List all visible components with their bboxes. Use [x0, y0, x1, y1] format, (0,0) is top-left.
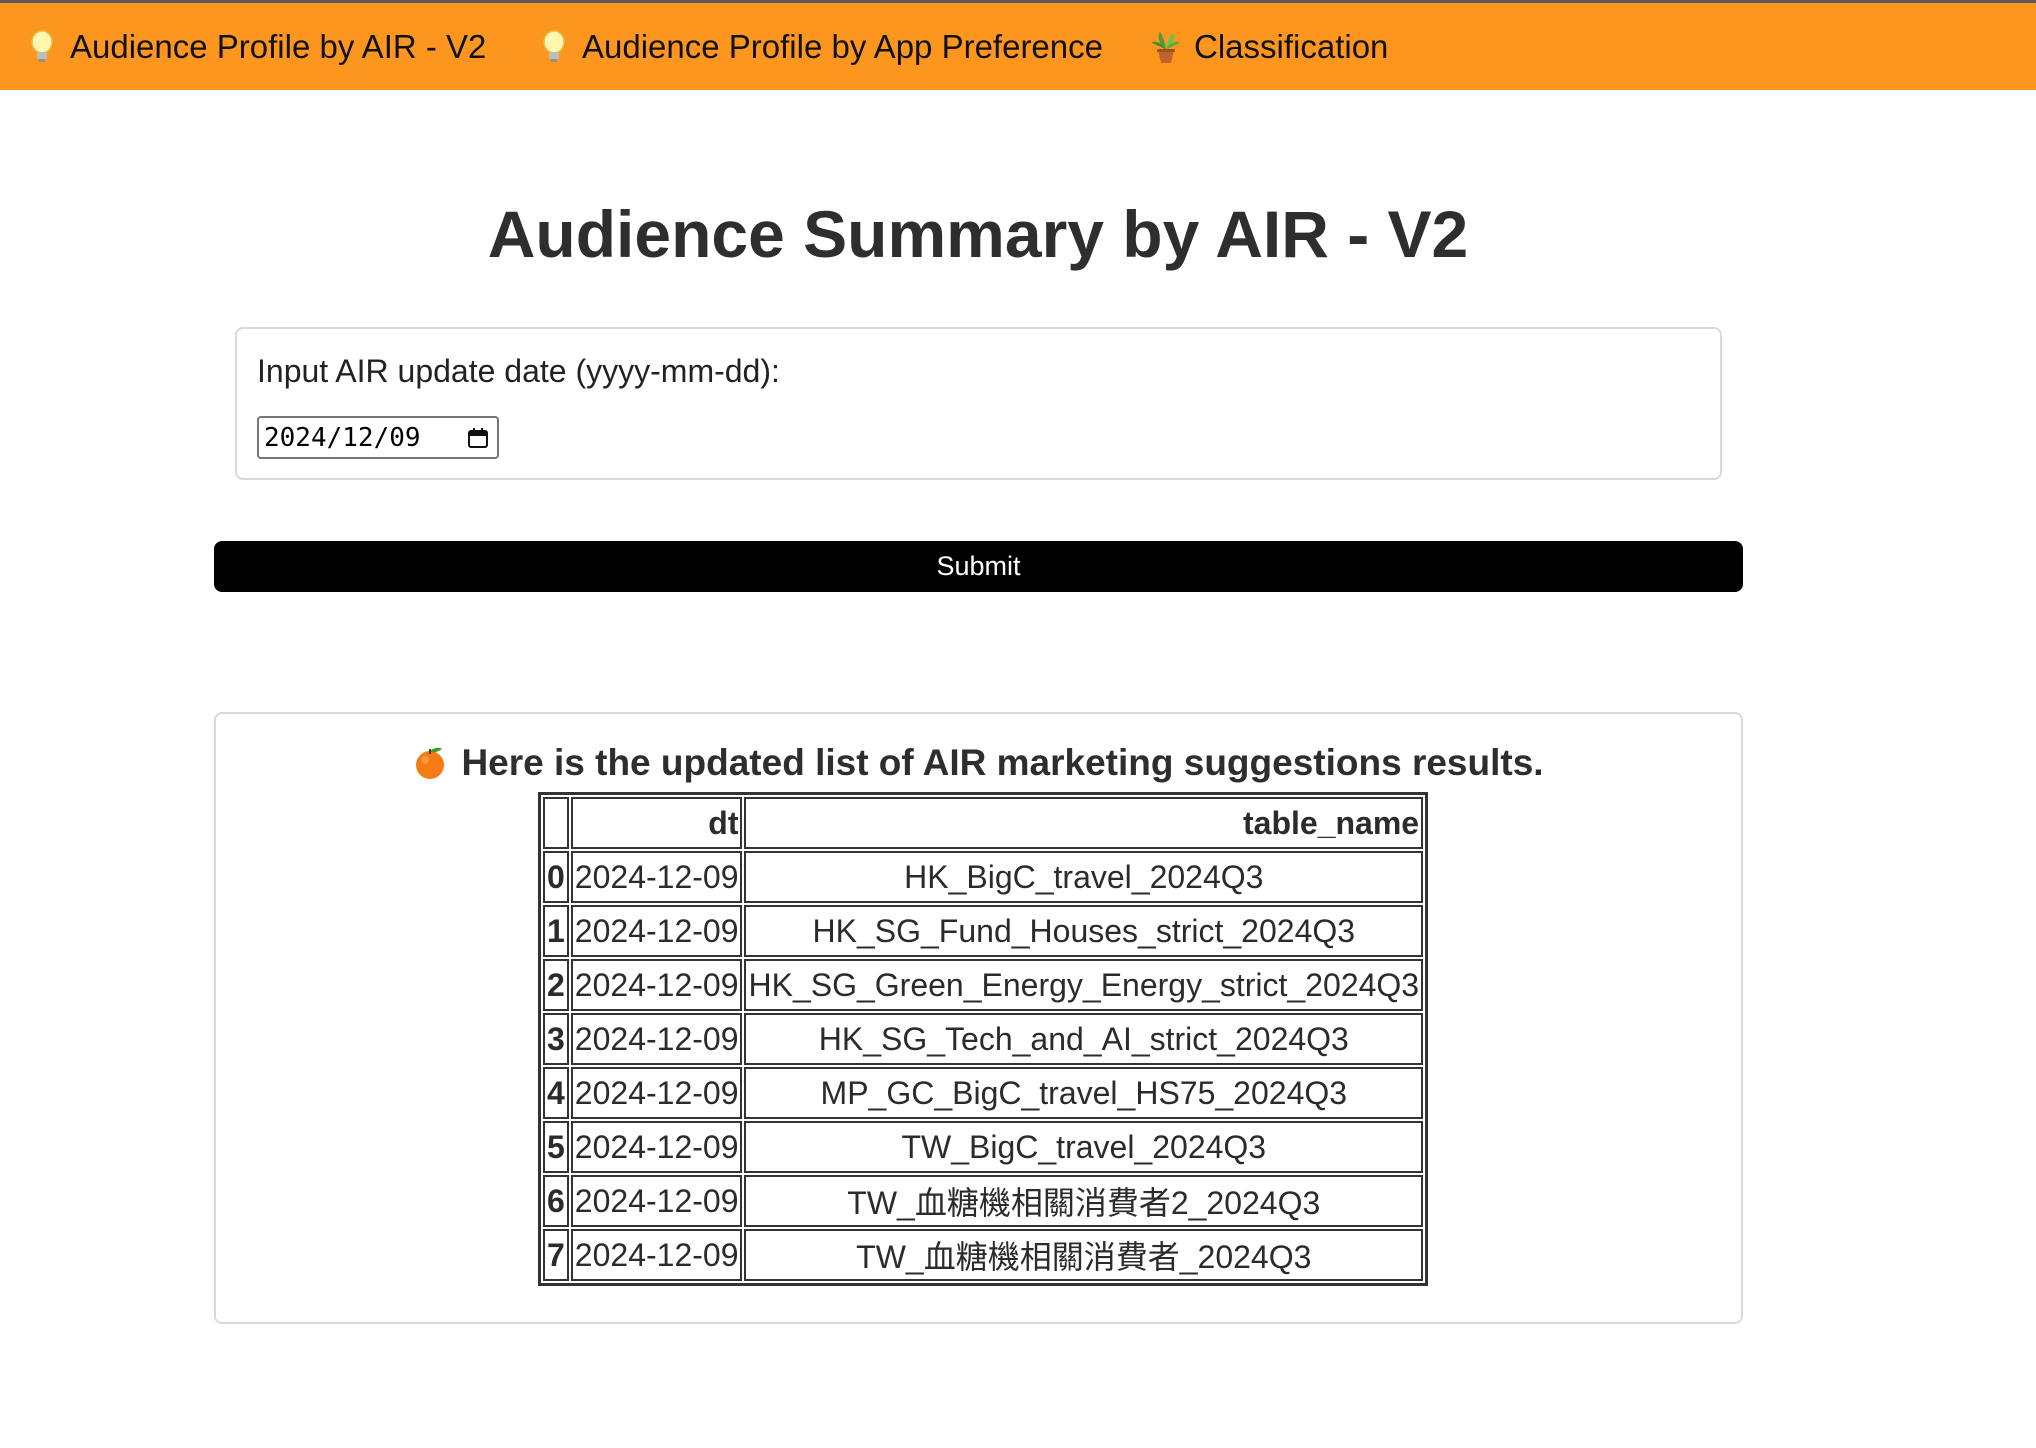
row-dt: 2024-12-09	[570, 851, 743, 903]
column-header-dt: dt	[570, 797, 743, 849]
row-table-name: TW_血糖機相關消費者2_2024Q3	[744, 1175, 1424, 1227]
page-title: Audience Summary by AIR - V2	[487, 197, 1469, 271]
row-table-name: TW_BigC_travel_2024Q3	[744, 1121, 1424, 1173]
row-dt: 2024-12-09	[570, 1121, 743, 1173]
nav-item-audience-profile-app-preference[interactable]: Audience Profile by App Preference	[536, 25, 1103, 69]
table-row: 3 2024-12-09 HK_SG_Tech_and_AI_strict_20…	[543, 1013, 1424, 1065]
calendar-icon[interactable]	[467, 426, 489, 448]
column-header-index	[543, 797, 569, 849]
lightbulb-icon	[24, 27, 60, 67]
row-index: 5	[543, 1121, 569, 1173]
table-row: 0 2024-12-09 HK_BigC_travel_2024Q3	[543, 851, 1424, 903]
row-index: 0	[543, 851, 569, 903]
row-dt: 2024-12-09	[570, 1229, 743, 1281]
row-dt: 2024-12-09	[570, 1013, 743, 1065]
date-input-field[interactable]: 2024/12/09	[257, 416, 499, 459]
row-dt: 2024-12-09	[570, 1175, 743, 1227]
submit-button[interactable]: Submit	[214, 541, 1743, 592]
table-row: 5 2024-12-09 TW_BigC_travel_2024Q3	[543, 1121, 1424, 1173]
results-heading: Here is the updated list of AIR marketin…	[216, 742, 1741, 784]
row-index: 6	[543, 1175, 569, 1227]
row-dt: 2024-12-09	[570, 905, 743, 957]
top-nav-bar: Audience Profile by AIR - V2 Audience Pr…	[0, 0, 2036, 90]
table-row: 6 2024-12-09 TW_血糖機相關消費者2_2024Q3	[543, 1175, 1424, 1227]
nav-item-classification[interactable]: Classification	[1148, 25, 1388, 69]
row-table-name: MP_GC_BigC_travel_HS75_2024Q3	[744, 1067, 1424, 1119]
column-header-table-name: table_name	[744, 797, 1424, 849]
row-index: 2	[543, 959, 569, 1011]
table-row: 4 2024-12-09 MP_GC_BigC_travel_HS75_2024…	[543, 1067, 1424, 1119]
table-row: 2 2024-12-09 HK_SG_Green_Energy_Energy_s…	[543, 959, 1424, 1011]
nav-item-label: Classification	[1194, 28, 1389, 65]
date-input-value: 2024/12/09	[264, 422, 421, 453]
nav-item-label: Audience Profile by App Preference	[582, 28, 1103, 65]
row-table-name: HK_SG_Tech_and_AI_strict_2024Q3	[744, 1013, 1424, 1065]
lightbulb-icon	[536, 27, 572, 67]
row-index: 3	[543, 1013, 569, 1065]
row-table-name: TW_血糖機相關消費者_2024Q3	[744, 1229, 1424, 1281]
date-input-card: Input AIR update date (yyyy-mm-dd): 2024…	[235, 327, 1722, 480]
table-header-row: dt table_name	[543, 797, 1424, 849]
table-row: 7 2024-12-09 TW_血糖機相關消費者_2024Q3	[543, 1229, 1424, 1281]
row-index: 7	[543, 1229, 569, 1281]
row-table-name: HK_SG_Fund_Houses_strict_2024Q3	[744, 905, 1424, 957]
nav-item-audience-profile-air-v2[interactable]: Audience Profile by AIR - V2	[24, 25, 486, 69]
row-table-name: HK_BigC_travel_2024Q3	[744, 851, 1424, 903]
results-card: Here is the updated list of AIR marketin…	[214, 712, 1743, 1324]
row-dt: 2024-12-09	[570, 959, 743, 1011]
potted-plant-icon	[1148, 27, 1184, 67]
row-index: 4	[543, 1067, 569, 1119]
tangerine-icon	[413, 745, 449, 781]
date-input-label: Input AIR update date (yyyy-mm-dd):	[257, 353, 780, 389]
results-table: dt table_name 0 2024-12-09 HK_BigC_trave…	[538, 792, 1429, 1286]
row-table-name: HK_SG_Green_Energy_Energy_strict_2024Q3	[744, 959, 1424, 1011]
results-heading-text: Here is the updated list of AIR marketin…	[461, 742, 1544, 783]
nav-item-label: Audience Profile by AIR - V2	[70, 28, 487, 65]
row-dt: 2024-12-09	[570, 1067, 743, 1119]
table-row: 1 2024-12-09 HK_SG_Fund_Houses_strict_20…	[543, 905, 1424, 957]
row-index: 1	[543, 905, 569, 957]
